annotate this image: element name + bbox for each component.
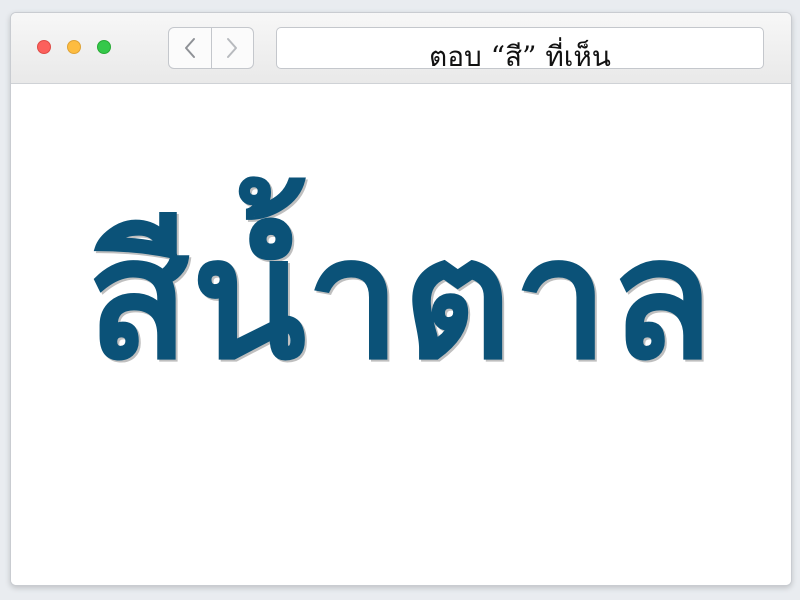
address-bar-text: ตอบ “สี” ที่เห็น (429, 40, 611, 69)
chevron-left-icon (184, 38, 195, 58)
maximize-window-button[interactable] (97, 40, 111, 54)
forward-button[interactable] (212, 28, 254, 68)
close-window-button[interactable] (37, 40, 51, 54)
page-content: สีน้ำตาล (11, 84, 791, 585)
color-word: สีน้ำตาล (86, 201, 716, 397)
minimize-window-button[interactable] (67, 40, 81, 54)
chevron-right-icon (227, 38, 238, 58)
navigation-buttons (168, 27, 254, 69)
browser-window: ตอบ “สี” ที่เห็น สีน้ำตาล (10, 12, 792, 586)
back-button[interactable] (169, 28, 212, 68)
title-bar: ตอบ “สี” ที่เห็น (11, 13, 791, 84)
address-bar[interactable]: ตอบ “สี” ที่เห็น (276, 27, 764, 69)
